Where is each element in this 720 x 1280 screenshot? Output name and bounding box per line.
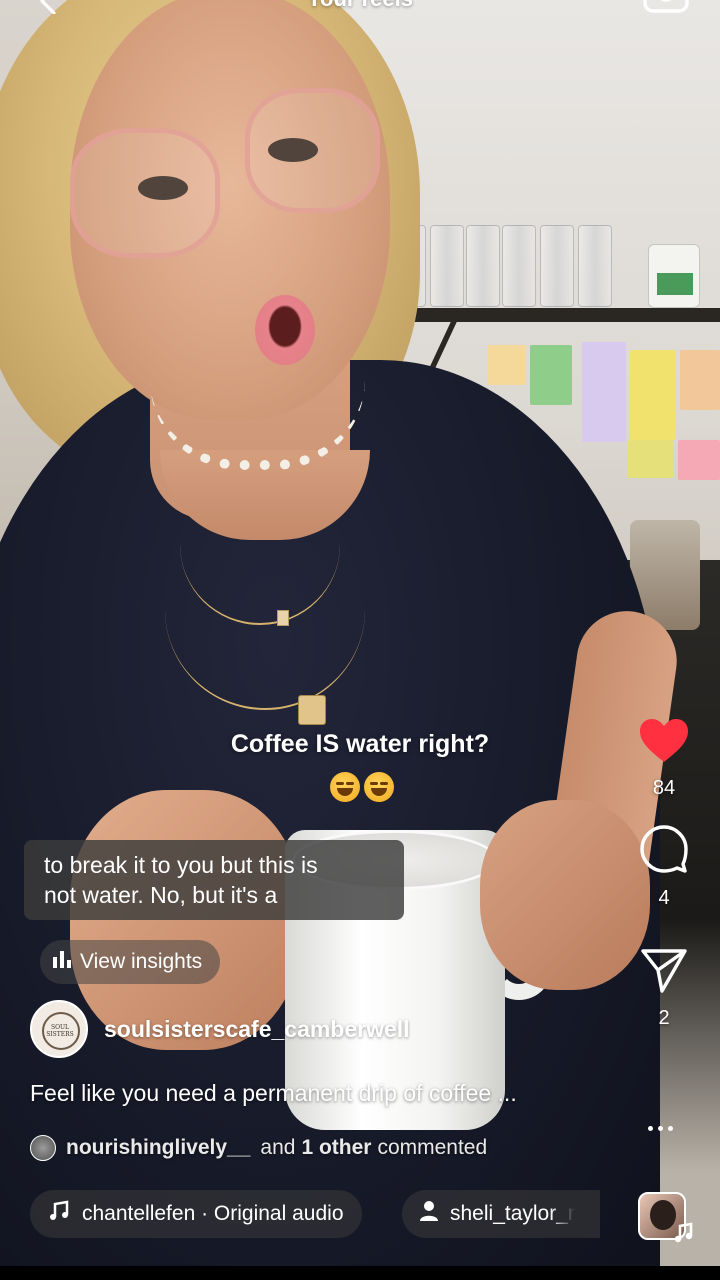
action-rail: 84 4 2 (630, 718, 698, 1030)
person-icon (418, 1200, 440, 1228)
music-note-icon (48, 1200, 70, 1228)
view-insights-button[interactable]: View insights (40, 940, 221, 984)
caption-emojis (330, 772, 394, 802)
comments-suffix: commented (377, 1136, 488, 1159)
reel-description[interactable]: Feel like you need a permanent drip of c… (30, 1080, 517, 1107)
music-note-icon (672, 1222, 694, 1249)
camera-icon[interactable] (642, 0, 690, 19)
audio-label: chantellefen · Original audio (82, 1202, 344, 1225)
page-title: Your reels (0, 0, 720, 12)
account-row[interactable]: soulsisterscafe_camberwell (30, 1000, 410, 1058)
video-caption: Coffee IS water right? (230, 730, 490, 758)
subtitle-line: to break it to you but this is (44, 852, 318, 878)
like-count[interactable]: 84 (653, 777, 675, 800)
joy-emoji (364, 772, 394, 802)
original-audio-button[interactable]: chantellefen · Original audio (30, 1190, 362, 1238)
more-dots-icon[interactable] (648, 1126, 673, 1131)
comment-count[interactable]: 4 (658, 887, 669, 910)
commenter-avatar (30, 1135, 56, 1161)
auto-subtitle: to break it to you but this is not water… (24, 840, 404, 920)
sweat-smile-emoji (330, 772, 360, 802)
comments-and: and (260, 1136, 296, 1159)
view-insights-label: View insights (80, 950, 203, 973)
bottom-bar (0, 1266, 720, 1280)
bar-chart-icon (50, 947, 74, 977)
subtitle-line: not water. No, but it's a (44, 882, 278, 908)
tagged-user-label: sheli_taylor_r (450, 1202, 575, 1225)
heart-icon[interactable] (639, 718, 689, 769)
account-username[interactable]: soulsisterscafe_camberwell (104, 1016, 410, 1043)
share-count[interactable]: 2 (658, 1007, 669, 1030)
comment-bubble-icon[interactable] (639, 824, 689, 879)
commenter-username: nourishinglively__ (66, 1136, 251, 1159)
comments-other: 1 other (301, 1136, 372, 1159)
paper-plane-icon[interactable] (640, 948, 688, 999)
reel-overlay: Your reels Coffee IS water right? to bre… (0, 0, 720, 1280)
tagged-user-button[interactable]: sheli_taylor_r (402, 1190, 600, 1238)
avatar[interactable] (30, 1000, 88, 1058)
comments-summary[interactable]: nourishinglively__ and 1 other commented (30, 1135, 487, 1161)
